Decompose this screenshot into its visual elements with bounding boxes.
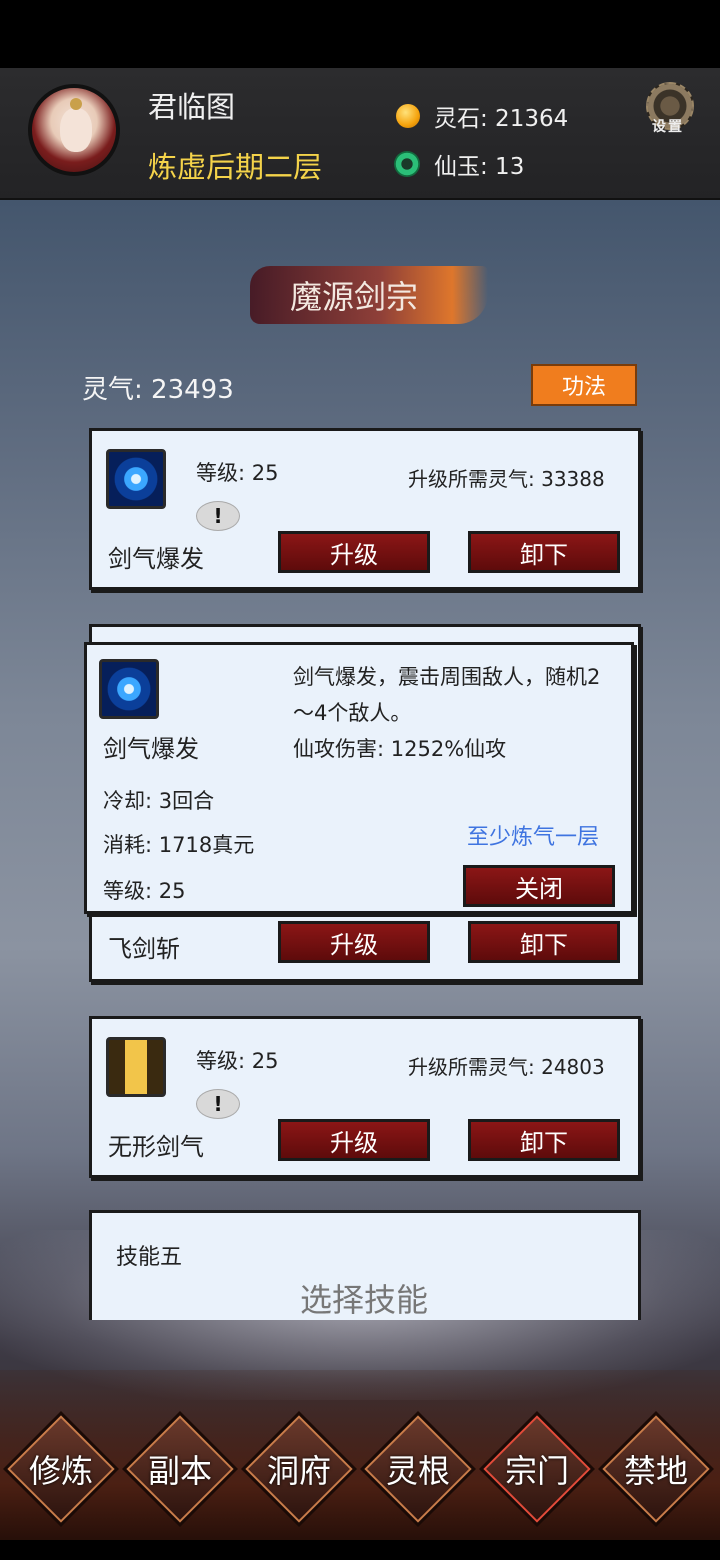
popup-level: 等级: 25 xyxy=(103,879,186,903)
nav-sect[interactable]: 宗门 xyxy=(478,1410,596,1528)
upgrade-cost: 升级所需灵气: 24803 xyxy=(408,1055,605,1079)
nav-label: 宗门 xyxy=(504,1452,569,1490)
nav-label: 灵根 xyxy=(385,1452,450,1490)
upgrade-button[interactable]: 升级 xyxy=(278,531,430,573)
slot-label: 技能五 xyxy=(116,1245,183,1270)
sword-burst-icon xyxy=(99,659,159,719)
skill-level: 等级: 25 xyxy=(196,1049,279,1073)
lingqi-value: 灵气: 23493 xyxy=(82,375,234,405)
skill-level: 等级: 25 xyxy=(196,461,279,485)
skill-slot-5[interactable]: 技能五 选择技能 xyxy=(89,1210,641,1320)
nav-forbidden-land[interactable]: 禁地 xyxy=(597,1410,715,1528)
xianyu-currency: 仙玉: 13 xyxy=(394,147,524,181)
unequip-button[interactable]: 卸下 xyxy=(468,531,620,573)
jade-icon xyxy=(394,151,420,177)
lingshi-text: 灵石: 21364 xyxy=(434,106,569,132)
nav-label: 副本 xyxy=(147,1452,212,1490)
player-avatar[interactable] xyxy=(28,84,120,176)
skill-name: 飞剑斩 xyxy=(108,935,180,963)
sword-burst-icon[interactable] xyxy=(106,449,166,509)
spirit-stone-icon xyxy=(396,104,420,128)
unequip-button[interactable]: 卸下 xyxy=(468,921,620,963)
nav-cultivate[interactable]: 修炼 xyxy=(2,1410,120,1528)
skill-card-3: 等级: 25 升级所需灵气: 24803 ! 无形剑气 升级 卸下 xyxy=(89,1016,641,1178)
bottom-strip xyxy=(0,1540,720,1560)
skill-name: 剑气爆发 xyxy=(108,545,204,573)
player-realm: 炼虚后期二层 xyxy=(148,150,323,184)
unequip-button[interactable]: 卸下 xyxy=(468,1119,620,1161)
nav-dungeon[interactable]: 副本 xyxy=(121,1410,239,1528)
upgrade-button[interactable]: 升级 xyxy=(278,1119,430,1161)
popup-description-line2: ～4个敌人。 xyxy=(293,701,412,725)
close-button[interactable]: 关闭 xyxy=(463,865,615,907)
alert-icon[interactable]: ! xyxy=(196,1089,240,1119)
nav-label: 禁地 xyxy=(623,1452,688,1490)
skill-card-1: 等级: 25 升级所需灵气: 33388 ! 剑气爆发 升级 卸下 xyxy=(89,428,641,590)
upgrade-button[interactable]: 升级 xyxy=(278,921,430,963)
popup-requirement: 至少炼气一层 xyxy=(467,825,600,850)
popup-skill-name: 剑气爆发 xyxy=(103,735,199,763)
invisible-sword-icon[interactable] xyxy=(106,1037,166,1097)
lingshi-currency: 灵石: 21364 xyxy=(396,99,568,133)
skill-name: 无形剑气 xyxy=(108,1133,204,1161)
alert-icon[interactable]: ! xyxy=(196,501,240,531)
skill-detail-popup: 剑气爆发 剑气爆发，震击周围敌人，随机2 ～4个敌人。 仙攻伤害: 1252%仙… xyxy=(84,642,634,914)
xianyu-text: 仙玉: 13 xyxy=(434,154,525,180)
avatar-ornament xyxy=(70,98,82,110)
gongfa-button[interactable]: 功法 xyxy=(531,364,637,406)
avatar-face xyxy=(60,108,92,152)
nav-label: 洞府 xyxy=(266,1452,331,1490)
status-bar xyxy=(0,0,720,68)
select-skill-button[interactable]: 选择技能 xyxy=(300,1275,428,1321)
nav-cave[interactable]: 洞府 xyxy=(240,1410,358,1528)
popup-cost: 消耗: 1718真元 xyxy=(103,833,255,857)
upgrade-cost: 升级所需灵气: 33388 xyxy=(408,467,605,491)
nav-spirit-root[interactable]: 灵根 xyxy=(359,1410,477,1528)
sect-title: 魔源剑宗 xyxy=(290,278,419,316)
popup-description-line1: 剑气爆发，震击周围敌人，随机2 xyxy=(293,665,601,689)
popup-cooldown: 冷却: 3回合 xyxy=(103,789,215,813)
nav-label: 修炼 xyxy=(28,1452,93,1490)
settings-label[interactable]: 设置 xyxy=(652,116,684,136)
player-name: 君临图 xyxy=(148,90,236,124)
popup-damage: 仙攻伤害: 1252%仙攻 xyxy=(293,737,507,761)
